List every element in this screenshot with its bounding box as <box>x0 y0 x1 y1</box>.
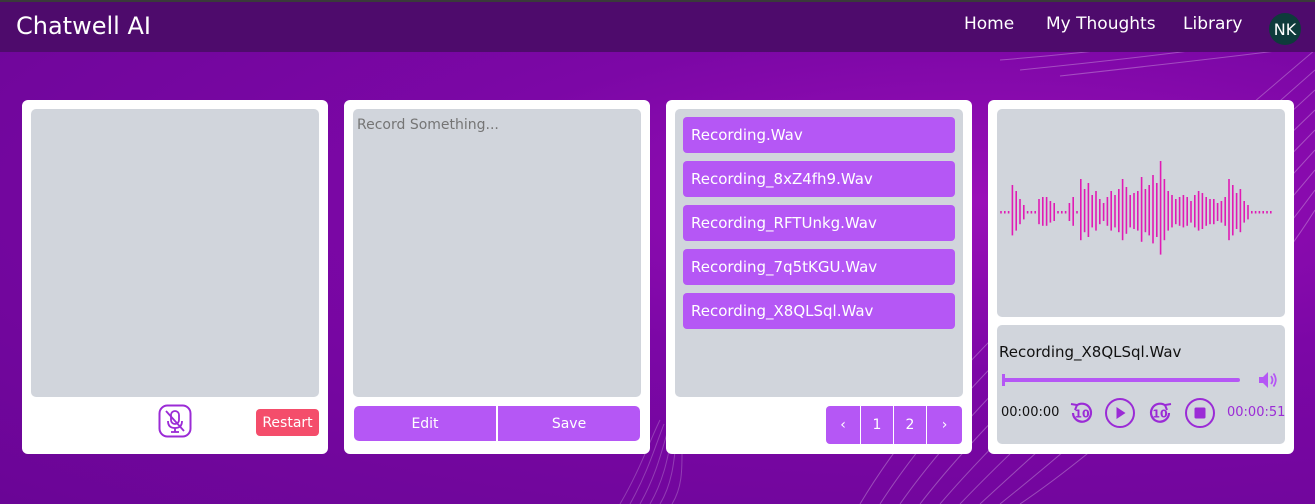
recording-item[interactable]: Recording_X8QLSql.Wav <box>683 293 955 329</box>
pagination-page-1[interactable]: 1 <box>861 406 893 444</box>
pagination-next-button[interactable]: › <box>927 406 962 444</box>
progress-bar[interactable] <box>1002 374 1240 386</box>
recorder-visual-area <box>31 109 319 397</box>
edit-button[interactable]: Edit <box>354 406 496 441</box>
recording-item[interactable]: Recording.Wav <box>683 117 955 153</box>
stop-icon[interactable] <box>1184 398 1216 432</box>
player-filename: Recording_X8QLSql.Wav <box>999 343 1182 361</box>
save-button[interactable]: Save <box>498 406 640 441</box>
top-navbar: Chatwell AI Home My Thoughts Library NK <box>0 2 1315 52</box>
recorder-card: Restart <box>22 100 328 454</box>
forward-label: 10 <box>1152 408 1168 421</box>
rewind-10-icon[interactable]: 10 <box>1067 398 1097 432</box>
waveform-panel <box>997 109 1285 317</box>
recording-item[interactable]: Recording_8xZ4fh9.Wav <box>683 161 955 197</box>
player-controls-panel: Recording_X8QLSql.Wav <box>997 325 1285 444</box>
duration-time: 00:00:51 <box>1227 405 1286 420</box>
play-icon[interactable] <box>1104 398 1136 432</box>
recordings-list: Recording.Wav Recording_8xZ4fh9.Wav Reco… <box>675 109 963 397</box>
rewind-label: 10 <box>1074 408 1090 421</box>
recordings-card: Recording.Wav Recording_8xZ4fh9.Wav Reco… <box>666 100 972 454</box>
nav-my-thoughts-link[interactable]: My Thoughts <box>1046 14 1156 34</box>
recording-item[interactable]: Recording_7q5tKGU.Wav <box>683 249 955 285</box>
pagination-prev-button[interactable]: ‹ <box>826 406 860 444</box>
forward-10-icon[interactable]: 10 <box>1145 398 1175 432</box>
player-card: Recording_X8QLSql.Wav 00:00:00 10 10 00:… <box>988 100 1294 454</box>
recording-item[interactable]: Recording_RFTUnkg.Wav <box>683 205 955 241</box>
volume-icon[interactable] <box>1257 370 1279 390</box>
transcript-card: Edit Save <box>344 100 650 454</box>
nav-library-link[interactable]: Library <box>1183 14 1242 34</box>
progress-handle[interactable] <box>1002 374 1005 386</box>
nav-home-link[interactable]: Home <box>964 14 1014 34</box>
restart-button[interactable]: Restart <box>256 409 319 436</box>
app-title[interactable]: Chatwell AI <box>16 12 151 40</box>
transcript-textarea[interactable] <box>353 109 641 397</box>
pagination-page-2[interactable]: 2 <box>894 406 926 444</box>
current-time: 00:00:00 <box>1001 405 1060 420</box>
waveform-graphic <box>1000 161 1272 255</box>
mic-off-icon[interactable] <box>158 404 192 438</box>
user-avatar[interactable]: NK <box>1269 13 1301 45</box>
